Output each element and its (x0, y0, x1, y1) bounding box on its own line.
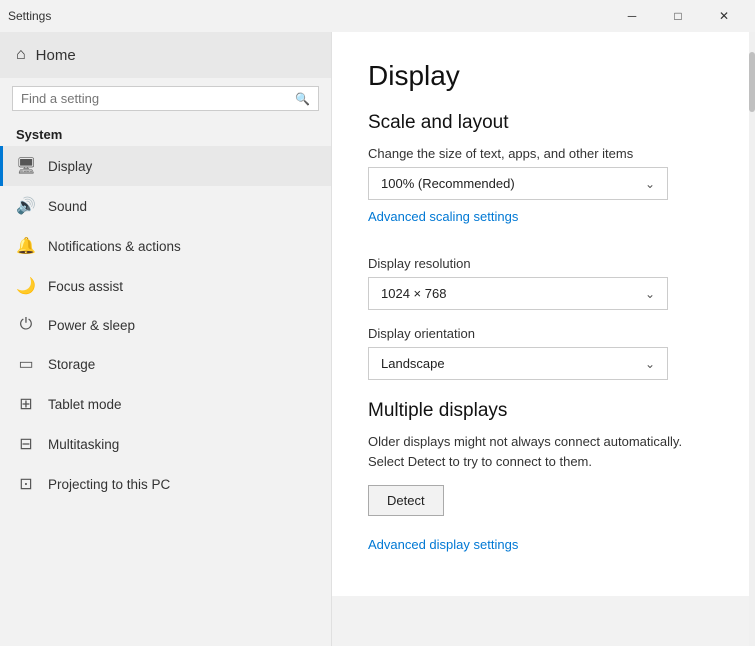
search-icon: 🔍 (295, 92, 310, 106)
orientation-dropdown-arrow: ⌄ (645, 357, 655, 371)
advanced-display-link[interactable]: Advanced display settings (368, 537, 518, 552)
maximize-button[interactable]: □ (655, 0, 701, 32)
sidebar-item-storage[interactable]: ▭ Storage (0, 344, 331, 384)
orientation-dropdown[interactable]: Landscape ⌄ (368, 347, 668, 380)
home-icon: ⌂ (16, 46, 26, 64)
sidebar-item-label: Tablet mode (48, 397, 122, 412)
titlebar-title: Settings (8, 9, 609, 23)
sidebar-item-focus[interactable]: 🌙 Focus assist (0, 266, 331, 306)
sidebar-item-label: Projecting to this PC (48, 477, 170, 492)
multiple-displays-section: Multiple displays Older displays might n… (368, 400, 719, 568)
scale-dropdown-value: 100% (Recommended) (381, 176, 515, 191)
scale-dropdown-arrow: ⌄ (645, 177, 655, 191)
orientation-field: Display orientation Landscape ⌄ (368, 326, 719, 380)
tablet-icon: ⊞ (16, 394, 36, 414)
sidebar-item-label: Display (48, 159, 92, 174)
sidebar-item-label: Focus assist (48, 279, 123, 294)
sidebar-item-label: Notifications & actions (48, 239, 181, 254)
focus-icon: 🌙 (16, 276, 36, 296)
multiple-displays-title: Multiple displays (368, 400, 719, 422)
sidebar: ⌂ Home 🔍 System 🖥 Display 🔊 Sound 🔔 Noti… (0, 32, 332, 646)
main-content: Display Scale and layout Change the size… (332, 32, 755, 596)
close-button[interactable]: ✕ (701, 0, 747, 32)
storage-icon: ▭ (16, 354, 36, 374)
sidebar-item-label: Power & sleep (48, 318, 135, 333)
scale-dropdown[interactable]: 100% (Recommended) ⌄ (368, 167, 668, 200)
sidebar-item-multitasking[interactable]: ⊟ Multitasking (0, 424, 331, 464)
search-box: 🔍 (12, 86, 319, 111)
sidebar-item-tablet[interactable]: ⊞ Tablet mode (0, 384, 331, 424)
info-text-1: Older displays might not always connect … (368, 434, 682, 449)
resolution-dropdown-value: 1024 × 768 (381, 286, 446, 301)
page-title: Display (368, 60, 719, 92)
home-label: Home (36, 47, 76, 64)
main-wrapper: Display Scale and layout Change the size… (332, 32, 755, 646)
search-input[interactable] (21, 91, 295, 106)
sidebar-item-projecting[interactable]: ⊡ Projecting to this PC (0, 464, 331, 504)
resolution-field: Display resolution 1024 × 768 ⌄ (368, 256, 719, 310)
sidebar-item-sound[interactable]: 🔊 Sound (0, 186, 331, 226)
sidebar-item-label: Multitasking (48, 437, 119, 452)
minimize-button[interactable]: ─ (609, 0, 655, 32)
notifications-icon: 🔔 (16, 236, 36, 256)
projecting-icon: ⊡ (16, 474, 36, 494)
resolution-dropdown-arrow: ⌄ (645, 287, 655, 301)
sidebar-item-power[interactable]: ⏻ Power & sleep (0, 306, 331, 344)
sidebar-item-label: Sound (48, 199, 87, 214)
multiple-displays-info: Older displays might not always connect … (368, 432, 719, 471)
advanced-scaling-link[interactable]: Advanced scaling settings (368, 209, 518, 224)
sidebar-item-notifications[interactable]: 🔔 Notifications & actions (0, 226, 331, 266)
sound-icon: 🔊 (16, 196, 36, 216)
titlebar-controls: ─ □ ✕ (609, 0, 747, 32)
sidebar-section-title: System (0, 119, 331, 146)
orientation-dropdown-value: Landscape (381, 356, 445, 371)
app-body: ⌂ Home 🔍 System 🖥 Display 🔊 Sound 🔔 Noti… (0, 32, 755, 646)
resolution-label: Display resolution (368, 256, 719, 271)
resolution-dropdown[interactable]: 1024 × 768 ⌄ (368, 277, 668, 310)
sidebar-item-display[interactable]: 🖥 Display (0, 146, 331, 186)
scrollbar-thumb[interactable] (749, 52, 755, 112)
scale-section-title: Scale and layout (368, 112, 719, 134)
orientation-label: Display orientation (368, 326, 719, 341)
titlebar: Settings ─ □ ✕ (0, 0, 755, 32)
detect-button[interactable]: Detect (368, 485, 444, 516)
display-icon: 🖥 (16, 156, 36, 176)
scale-label: Change the size of text, apps, and other… (368, 146, 719, 161)
sidebar-item-label: Storage (48, 357, 95, 372)
multitasking-icon: ⊟ (16, 434, 36, 454)
scrollbar-track (749, 32, 755, 646)
sidebar-home-item[interactable]: ⌂ Home (0, 32, 331, 78)
power-icon: ⏻ (16, 316, 36, 334)
info-text-2: Select Detect to try to connect to them. (368, 454, 592, 469)
